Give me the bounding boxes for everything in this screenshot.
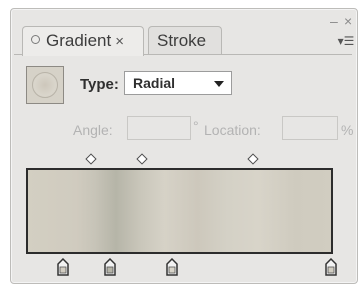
- gradient-thumbnail[interactable]: [26, 66, 64, 104]
- tab-close-icon[interactable]: ×: [115, 33, 124, 50]
- tab-gradient-label: Gradient: [46, 31, 112, 50]
- color-stop[interactable]: [104, 258, 116, 276]
- angle-unit: °: [193, 118, 199, 134]
- close-panel-button[interactable]: ×: [344, 14, 352, 28]
- type-label: Type:: [80, 76, 119, 93]
- location-label: Location:: [204, 122, 261, 138]
- chevron-down-icon: [214, 81, 224, 87]
- tab-stroke[interactable]: Stroke: [148, 26, 222, 54]
- angle-field[interactable]: [127, 116, 191, 140]
- angle-label: Angle:: [73, 122, 113, 138]
- color-stop[interactable]: [325, 258, 337, 276]
- panel-menu-icon[interactable]: ▾☰: [336, 32, 356, 50]
- type-select-value: Radial: [133, 75, 176, 91]
- location-field[interactable]: [282, 116, 338, 140]
- tab-options-icon: [31, 35, 40, 45]
- gradient-slider[interactable]: [26, 168, 333, 254]
- gradient-preview-swatch: [32, 72, 58, 98]
- location-unit: %: [341, 122, 354, 138]
- type-select[interactable]: Radial: [124, 71, 232, 95]
- tab-stroke-label: Stroke: [157, 31, 207, 50]
- color-stop[interactable]: [57, 258, 69, 276]
- tab-gradient[interactable]: Gradient ×: [22, 26, 144, 56]
- color-stop[interactable]: [166, 258, 178, 276]
- minimize-button[interactable]: –: [330, 14, 338, 28]
